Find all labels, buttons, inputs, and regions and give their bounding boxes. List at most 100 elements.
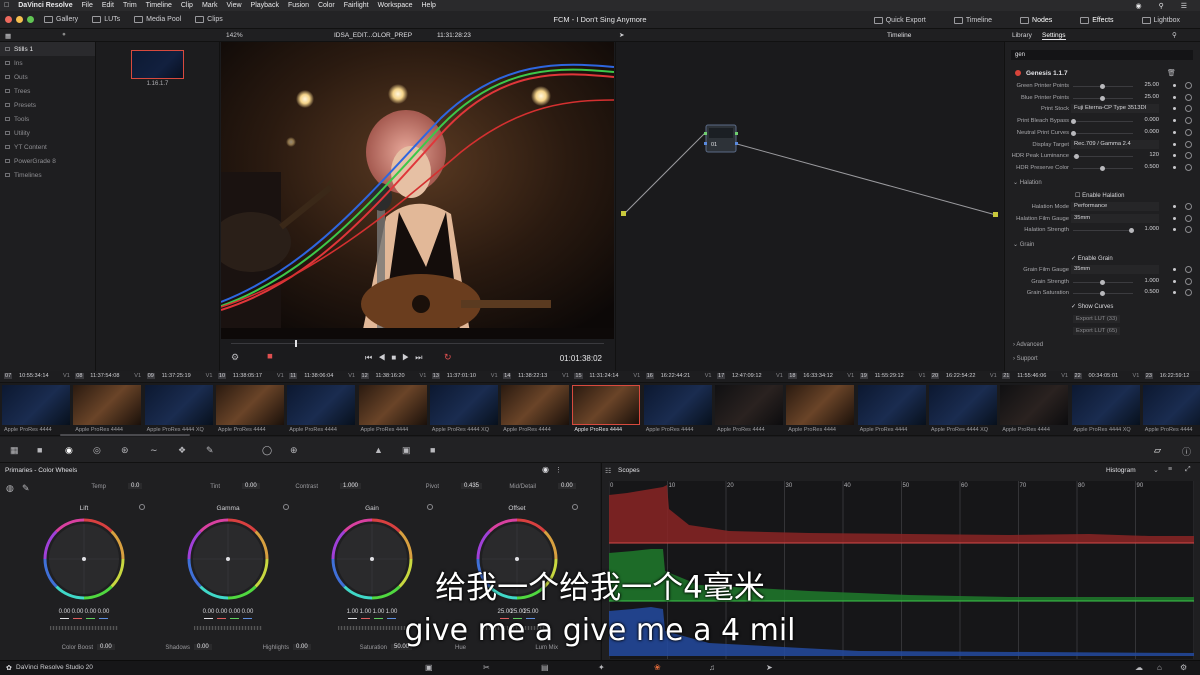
node-mode-select[interactable]: Timeline	[887, 32, 911, 39]
gallery-item-utility[interactable]: Utility	[0, 126, 95, 140]
info-icon[interactable]: ⓘ	[1182, 445, 1191, 458]
primaries-mode-icon[interactable]: ◉	[542, 465, 549, 474]
enable-halation-checkbox[interactable]: ☐ Enable Halation	[1075, 192, 1124, 199]
scrub-bar[interactable]	[231, 343, 604, 344]
menu-trim[interactable]: Trim	[123, 2, 137, 9]
clip-thumbnail[interactable]	[358, 385, 427, 425]
zoom-level[interactable]: 142%	[226, 32, 243, 39]
grain-section-header[interactable]: ⌄ Grain	[1013, 241, 1034, 248]
support-section-header[interactable]: › Support	[1013, 356, 1038, 362]
color-wheels-icon[interactable]: ◉	[65, 445, 73, 456]
clip-thumbnail[interactable]	[429, 385, 498, 425]
setting-slider-knob[interactable]	[1100, 279, 1105, 285]
reset-icon[interactable]	[427, 504, 433, 510]
keyframe-icon[interactable]	[1173, 165, 1176, 169]
gallery-item-timelines[interactable]: Timelines	[0, 168, 95, 182]
keyframe-icon[interactable]	[1173, 130, 1176, 134]
reset-icon[interactable]	[1185, 128, 1192, 136]
lightbox-button[interactable]: Lightbox	[1141, 16, 1180, 24]
setting-value[interactable]: 0.500	[1137, 164, 1159, 170]
search-icon[interactable]: ⚲	[1159, 2, 1164, 10]
halation-section-header[interactable]: ⌄ Halation	[1013, 179, 1042, 186]
setting-slider-track[interactable]	[1073, 156, 1133, 158]
key-icon[interactable]: ▲	[374, 445, 383, 455]
clip-thumbnail[interactable]	[572, 385, 641, 425]
setting-value[interactable]: 0.500	[1137, 289, 1159, 295]
timecode-display[interactable]: 11:31:28:23	[437, 32, 471, 39]
reset-icon[interactable]	[1185, 82, 1192, 89]
keyframe-icon[interactable]	[1173, 228, 1176, 232]
still-thumbnail[interactable]	[131, 50, 184, 79]
camera-raw-icon[interactable]: ▦	[10, 445, 19, 456]
reset-icon[interactable]	[1185, 203, 1192, 210]
timeline-name[interactable]: IDSA_EDIT...OLOR_PREP	[334, 32, 412, 39]
keyframe-icon[interactable]	[1173, 205, 1176, 208]
scope-mode-select[interactable]: Histogram	[1106, 467, 1136, 474]
auto-balance-icon[interactable]: ◍	[6, 483, 14, 494]
control-center-icon[interactable]: ☰	[1181, 2, 1187, 10]
setting-slider-knob[interactable]	[1071, 130, 1076, 136]
reset-icon[interactable]	[1185, 152, 1192, 160]
edit-page-icon[interactable]: ▤	[541, 663, 549, 672]
luts-button[interactable]: LUTs	[92, 16, 120, 23]
settings-gear-icon[interactable]: ⚙	[1180, 663, 1187, 672]
nodes-button[interactable]: Nodes	[1020, 16, 1052, 24]
keyframe-icon[interactable]	[1173, 268, 1176, 271]
menu-fairlight[interactable]: Fairlight	[344, 2, 369, 9]
reset-icon[interactable]	[1185, 289, 1192, 297]
setting-value[interactable]: 120	[1137, 152, 1159, 158]
clip-thumbnail[interactable]	[215, 385, 284, 425]
video-viewer[interactable]	[221, 42, 614, 339]
clip-strip-scrollbar[interactable]	[60, 434, 190, 436]
source-input-node[interactable]	[621, 211, 626, 216]
setting-slider-knob[interactable]	[1100, 84, 1105, 89]
delete-icon[interactable]: 🗑	[1167, 69, 1176, 77]
playhead-marker[interactable]	[295, 340, 297, 347]
3d-icon[interactable]: ■	[430, 445, 435, 455]
scope-settings-icon[interactable]: ≡	[1168, 466, 1172, 473]
reset-icon[interactable]	[1185, 93, 1192, 101]
clip-thumbnail[interactable]	[1142, 385, 1200, 425]
keyframe-icon[interactable]	[1173, 279, 1176, 283]
keyframe-icon[interactable]	[1173, 216, 1176, 220]
wifi-icon[interactable]: ◉	[1135, 2, 1141, 10]
cloud-icon[interactable]: ☁	[1135, 663, 1143, 672]
reset-icon[interactable]	[572, 504, 578, 510]
minimize-window-button[interactable]	[16, 16, 23, 23]
setting-slider-track[interactable]	[1073, 230, 1133, 232]
deliver-page-icon[interactable]: ➤	[766, 663, 773, 672]
setting-slider-track[interactable]	[1073, 132, 1133, 134]
setting-dropdown[interactable]: Performance	[1071, 202, 1159, 211]
gallery-item-trees[interactable]: Trees	[0, 84, 95, 98]
gallery-item-tools[interactable]: Tools	[0, 112, 95, 126]
loop-icon[interactable]: ↻	[444, 352, 452, 363]
settings-search-field[interactable]: gen	[1011, 50, 1193, 60]
qualifier-icon[interactable]: ✎	[206, 445, 214, 456]
reset-icon[interactable]	[1185, 266, 1192, 273]
gallery-item-presets[interactable]: Presets	[0, 98, 95, 112]
close-window-button[interactable]	[5, 16, 12, 23]
menu-fusion[interactable]: Fusion	[288, 2, 309, 9]
clip-thumbnail[interactable]	[786, 385, 855, 425]
param-value[interactable]: 0.0	[128, 483, 143, 489]
media-pool-button[interactable]: Media Pool	[134, 16, 181, 23]
transport-controls[interactable]: ⏮◀■▶⏭	[365, 353, 429, 363]
gallery-button[interactable]: Gallery	[44, 16, 78, 23]
param-value[interactable]: 0.00	[242, 483, 260, 489]
gallery-item-ins[interactable]: Ins	[0, 56, 95, 70]
clip-thumbnail[interactable]	[928, 385, 997, 425]
setting-dropdown[interactable]: 35mm	[1071, 213, 1159, 223]
setting-value[interactable]: 1.000	[1137, 278, 1159, 284]
output-node[interactable]	[993, 212, 998, 217]
reset-icon[interactable]	[139, 504, 145, 510]
quick-export-button[interactable]: Quick Export	[873, 16, 926, 24]
show-curves-checkbox[interactable]: ✓ Show Curves	[1071, 303, 1113, 310]
reset-icon[interactable]	[1185, 163, 1192, 171]
menu-edit[interactable]: Edit	[102, 2, 114, 9]
app-menu[interactable]: DaVinci Resolve	[18, 2, 72, 9]
gallery-item-yt-content[interactable]: YT Content	[0, 140, 95, 154]
reset-icon[interactable]	[1185, 277, 1192, 285]
clip-thumbnail[interactable]	[287, 385, 356, 425]
keyframe-icon[interactable]	[1173, 84, 1176, 87]
clip-thumbnail[interactable]	[501, 385, 570, 425]
